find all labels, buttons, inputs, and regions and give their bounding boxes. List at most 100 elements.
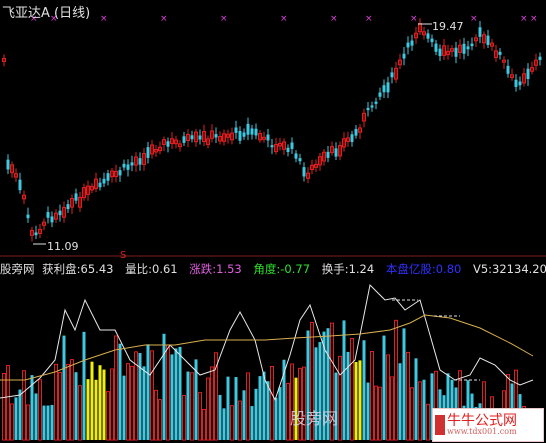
volume-bar [394,319,398,441]
candle-body [106,173,110,181]
volume-bar [58,371,62,441]
volume-bar [94,379,98,440]
volume-bar [242,390,246,440]
candle-body [410,40,414,46]
high-label-group: 19.47 [418,20,464,33]
volume-bar [142,366,146,440]
volume-bar [174,348,178,440]
candle-body [326,151,330,158]
candle-body [198,135,202,140]
volume-bar [358,360,362,440]
candle-body [462,43,466,54]
volume-bar [390,376,394,441]
volume-bar [102,369,106,440]
volume-bar [110,368,114,441]
volume-bar [266,381,270,440]
candle-body [122,163,126,168]
volume-bar [190,372,194,441]
value: 65.43 [80,262,114,276]
candle-body [166,141,170,147]
volume-bar [50,404,54,440]
watermark-sub: www.tdx001.com [447,427,517,436]
volume-bar [158,399,162,441]
volume-bar [10,403,14,441]
low-label-group: 11.09 [33,240,79,253]
volume-bar [362,340,366,440]
volume-bar [234,377,238,440]
volume-bar [170,354,174,440]
candle-body [138,158,142,165]
volume-bar [414,358,418,440]
low-price-label: 11.09 [47,240,79,253]
candle-body [266,134,270,141]
volume-bar [186,371,190,440]
volume-bar [202,408,206,441]
candle-body [434,43,438,52]
volume-bar [146,344,150,440]
candle-body [130,162,134,166]
candle-body [486,35,490,45]
volume-bar [6,365,10,441]
candle-body [302,167,306,177]
candle-body [246,123,250,135]
volume-bar [426,403,430,441]
volume-bar [118,343,122,440]
marker-x: × [520,14,528,24]
indicator-readout-bar: 股旁网 获利盘:65.43 量比:0.61 涨跌:1.53 角度:-0.77 换… [0,259,546,279]
volume-bar [374,385,378,441]
volume-bar [370,350,374,441]
high-price-label: 19.47 [432,20,464,33]
volume-bar [22,370,26,441]
volume-bar [254,388,258,440]
volume-bar [342,320,346,440]
volume-bar [262,371,266,440]
volume-bar [218,394,222,440]
candle-body [234,127,238,133]
candle-body [66,204,70,210]
candle-body [118,170,122,176]
volume-bar [78,385,82,441]
volume-bar [418,381,422,441]
readout-v5: V5:32134.20 [472,262,546,276]
volume-bar [38,379,42,441]
volume-bar [42,405,46,440]
volume-bar [18,389,22,440]
candle-body [366,107,370,111]
label: 获利盘: [42,262,81,276]
indicator-avg-line [0,314,534,381]
candle-body [350,134,354,142]
stock-title: 飞亚达A (日线) [2,6,91,21]
volume-bar [126,363,130,441]
seal-icon [435,415,445,435]
volume-bar [226,376,230,440]
candle-body [26,214,30,219]
volume-bar [302,366,306,441]
candle-body [438,48,442,56]
volume-bar [222,408,226,440]
readout-change: 涨跌:1.53 [189,262,242,276]
candle-body [430,38,434,43]
candle-body [146,147,150,158]
volume-bar [198,392,202,441]
volume-bar [2,373,6,441]
volume-bar [154,389,158,441]
volume-bar [378,386,382,441]
volume-bar [410,387,414,441]
volume-bar [82,331,86,440]
candle-body [98,182,102,188]
volume-bar [106,391,110,441]
volume-bar [210,366,214,441]
volume-bar [182,394,186,441]
volume-bar [74,372,78,440]
volume-bar [258,376,262,440]
candle-body [426,33,430,39]
candle-body [518,81,522,86]
volume-bar [270,365,274,441]
volume-bar [166,344,170,441]
volume-bar [70,359,74,441]
readout-profit: 获利盘:65.43 [42,262,121,276]
volume-bar [122,375,126,440]
readout-shares: 本盘亿股:0.80 [385,262,462,276]
volume-bar [230,405,234,441]
candle-body [286,147,290,153]
